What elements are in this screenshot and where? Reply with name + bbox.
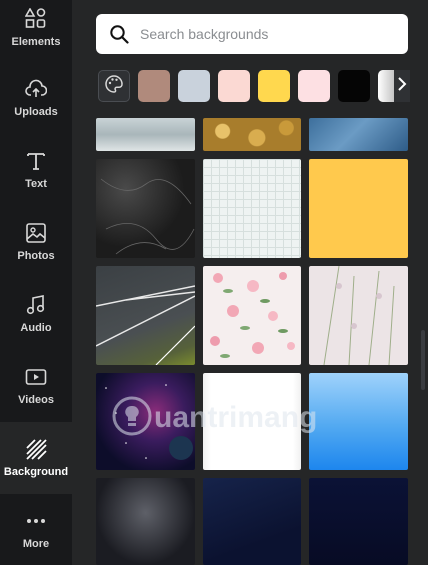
- nav-label: More: [22, 537, 50, 550]
- color-palette-button[interactable]: [98, 70, 130, 102]
- background-thumbnail-roses[interactable]: [203, 266, 301, 365]
- nav-background[interactable]: Background: [0, 422, 72, 494]
- side-navigation: Elements Uploads Text Photos Audio Video…: [0, 0, 72, 565]
- background-thumbnail-starry-night[interactable]: [203, 478, 301, 565]
- color-swatch[interactable]: [298, 70, 330, 102]
- color-swatch[interactable]: [338, 70, 370, 102]
- court-lines: [96, 285, 195, 365]
- audio-icon: [25, 294, 47, 316]
- nav-videos[interactable]: Videos: [0, 350, 72, 422]
- nav-photos[interactable]: Photos: [0, 206, 72, 278]
- background-thumbnail-tennis-court[interactable]: [96, 266, 195, 365]
- background-thumbnail-blue-gradient[interactable]: [309, 373, 408, 470]
- nav-text[interactable]: Text: [0, 134, 72, 206]
- background-thumbnail-coins[interactable]: [203, 118, 301, 151]
- more-icon: [25, 510, 47, 532]
- lightbulb-icon: [112, 396, 152, 441]
- color-swatch[interactable]: [258, 70, 290, 102]
- photos-icon: [25, 222, 47, 244]
- background-thumbnail-blue-ice[interactable]: [309, 118, 408, 151]
- marble-texture: [100, 178, 195, 255]
- nav-label: Elements: [11, 36, 61, 48]
- background-icon: [25, 438, 47, 460]
- background-thumbnail-glitter[interactable]: [96, 478, 195, 565]
- nav-label: Videos: [18, 394, 54, 406]
- nav-audio[interactable]: Audio: [0, 278, 72, 350]
- search-bar[interactable]: [96, 14, 408, 54]
- background-thumbnail-black-marble[interactable]: [96, 159, 195, 258]
- videos-icon: [25, 366, 47, 388]
- swatches-next-button[interactable]: [394, 70, 410, 102]
- background-thumbnail-grid-paper[interactable]: [203, 159, 301, 258]
- watermark-text: uantrimang: [154, 401, 318, 434]
- stems-pattern: [323, 266, 395, 365]
- nav-label: Uploads: [14, 106, 58, 118]
- nav-label: Photos: [17, 250, 55, 262]
- background-thumbnail-dried-flowers[interactable]: [309, 266, 408, 365]
- color-swatch[interactable]: [178, 70, 210, 102]
- palette-icon: [104, 74, 124, 99]
- nav-label: Audio: [20, 322, 52, 334]
- floral-pattern: [210, 272, 295, 358]
- elements-icon: [25, 8, 47, 30]
- color-swatches: [98, 70, 410, 104]
- color-swatch[interactable]: [218, 70, 250, 102]
- color-swatch[interactable]: [138, 70, 170, 102]
- nav-more[interactable]: More: [0, 494, 72, 565]
- uploads-icon: [25, 78, 47, 100]
- search-input[interactable]: [138, 25, 392, 43]
- nav-uploads[interactable]: Uploads: [0, 62, 72, 134]
- background-thumbnail-dark-navy[interactable]: [309, 478, 408, 565]
- panel-scrollbar[interactable]: [421, 330, 425, 390]
- chevron-right-icon: [397, 76, 407, 96]
- background-thumbnail-yellow[interactable]: [309, 159, 408, 258]
- search-icon: [108, 23, 130, 45]
- text-icon: [25, 150, 47, 172]
- nav-elements[interactable]: Elements: [0, 0, 72, 56]
- watermark: uantrimang: [112, 396, 317, 440]
- background-thumbnail-sky[interactable]: [96, 118, 195, 151]
- nav-label: Background: [3, 466, 69, 478]
- nav-label: Text: [25, 178, 47, 190]
